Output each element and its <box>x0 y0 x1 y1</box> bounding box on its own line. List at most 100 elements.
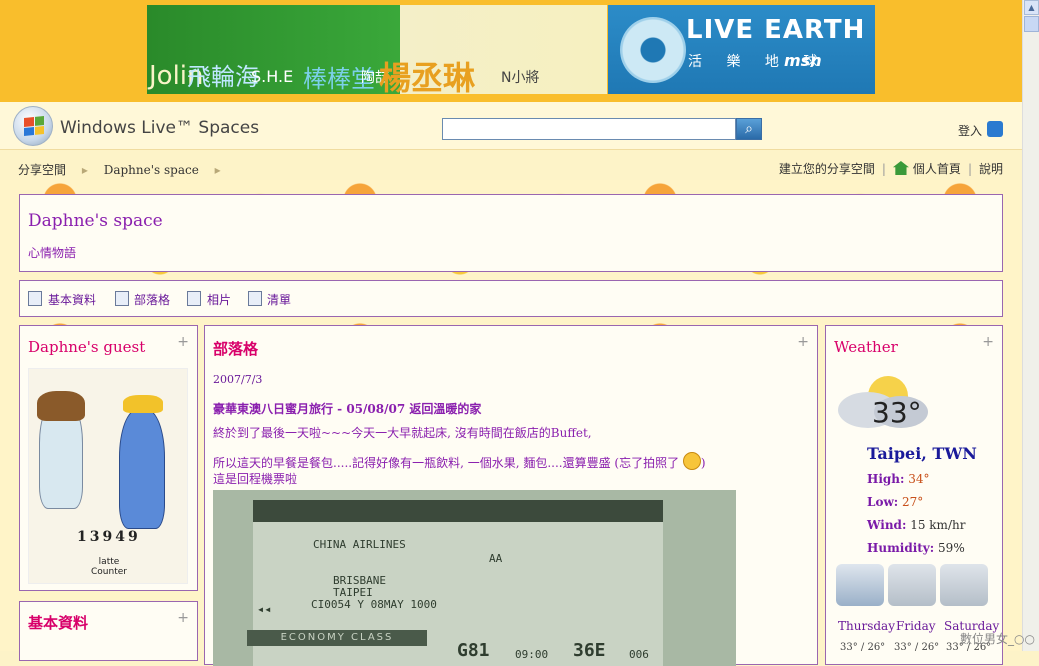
create-space-link[interactable]: 建立您的分享空間 <box>779 162 875 176</box>
low-value: 27° <box>902 495 924 509</box>
space-title-panel: Daphne's space 心情物語 <box>19 194 1003 272</box>
ticket-flight: CI0054 Y 08MAY 1000 <box>311 598 437 611</box>
ticket-airline: CHINA AIRLINES <box>313 538 406 551</box>
profile-module: 基本資料 + <box>19 601 198 661</box>
ad-word-1: 飛輪海 <box>187 63 259 91</box>
post-line-2-end: ) <box>700 456 706 470</box>
passport-icon[interactable] <box>987 121 1003 137</box>
windows-flag-icon <box>24 115 44 137</box>
ad-banner-live-earth[interactable]: LIVE EARTH 活 樂 地 球 msn <box>608 5 875 94</box>
expand-plus-icon[interactable]: + <box>177 334 189 350</box>
live-earth-logo-icon <box>620 17 686 83</box>
ad-banner-left[interactable]: Jolin 飛輪海 S.H.E 棒棒堂 陶喆 楊丞琳 N小將 <box>147 5 607 94</box>
weather-city[interactable]: Taipei, TWN <box>867 444 977 463</box>
expand-plus-icon[interactable]: + <box>982 334 994 350</box>
breadcrumb-separator-icon: ▸ <box>81 163 88 177</box>
signin-link[interactable]: 登入 <box>958 122 982 139</box>
ad-word-6: N小將 <box>501 70 540 86</box>
humidity-value: 59% <box>938 541 965 555</box>
weather-title: Weather <box>834 338 898 356</box>
counter-caption: Counter <box>91 567 127 577</box>
search-input[interactable] <box>442 118 736 140</box>
boy-figure-icon <box>119 409 165 529</box>
profile-icon <box>28 291 42 306</box>
home-icon <box>892 161 909 175</box>
scroll-thumb[interactable] <box>1024 16 1039 32</box>
ticket-rewind-icon: ◂◂ <box>257 602 272 616</box>
counter-label: latte Counter <box>91 557 127 577</box>
weather-module: Weather + 33° Taipei, TWN High: 34° Low:… <box>825 325 1003 665</box>
forecast-day-2: Friday <box>896 619 936 633</box>
brand-name[interactable]: Windows Live™ Spaces <box>60 118 259 138</box>
visitor-count: 13949 <box>77 529 141 545</box>
lists-icon <box>248 291 262 306</box>
forecast-day-1: Thursday <box>838 619 895 633</box>
blog-heading[interactable]: 部落格 <box>213 338 258 359</box>
post-line-1: 終於到了最後一天啦~~~今天一大早就起床, 沒有時間在飯店的Buffet, <box>213 426 592 440</box>
space-nav: 基本資料 部落格 相片 清單 <box>19 280 1003 317</box>
weather-low: Low: 27° <box>867 495 923 509</box>
low-label: Low: <box>867 495 899 509</box>
post-line-3: 這是回程機票啦 <box>213 472 298 486</box>
ticket-time: 09:00 <box>515 648 549 661</box>
help-link[interactable]: 說明 <box>979 162 1003 176</box>
ticket-class: ECONOMY CLASS <box>247 630 427 646</box>
rain-icon <box>836 564 884 606</box>
hair-icon <box>37 391 85 421</box>
space-title[interactable]: Daphne's space <box>28 211 163 231</box>
weather-wind: Wind: 15 km/hr <box>867 518 965 532</box>
nav-lists[interactable]: 清單 <box>267 291 291 308</box>
cloudy-icon <box>940 564 988 606</box>
msn-logo: msn <box>784 51 822 70</box>
live-earth-title: LIVE EARTH <box>686 15 866 45</box>
expand-plus-icon[interactable]: + <box>177 610 189 626</box>
photos-icon <box>187 291 201 306</box>
hat-icon <box>123 395 163 413</box>
scroll-up-icon[interactable]: ▲ <box>1024 0 1039 15</box>
expand-plus-icon[interactable]: + <box>797 334 809 350</box>
nav-blog[interactable]: 部落格 <box>134 291 170 308</box>
humidity-label: Humidity: <box>867 541 935 555</box>
ad-word-she: S.H.E <box>251 67 294 86</box>
blog-icon <box>115 291 129 306</box>
ticket-photo[interactable]: CHINA AIRLINES AA BRISBANE TAIPEI CI0054… <box>213 490 736 666</box>
high-value: 34° <box>908 472 930 486</box>
search-icon: ⌕ <box>745 121 753 137</box>
forecast-temp-2: 33° / 26° <box>894 642 940 653</box>
guest-module: Daphne's guest + 13949 latte Counter <box>19 325 198 591</box>
breadcrumb-separator-icon: ▸ <box>214 163 221 177</box>
space-subtitle: 心情物語 <box>28 246 77 260</box>
guest-title: Daphne's guest <box>28 338 146 356</box>
high-label: High: <box>867 472 905 486</box>
ticket-seq: 006 <box>629 648 649 661</box>
nav-photos[interactable]: 相片 <box>207 291 231 308</box>
wind-value: 15 km/hr <box>910 518 966 532</box>
current-temp: 33° <box>872 396 922 429</box>
search-button[interactable]: ⌕ <box>736 118 762 140</box>
divider: | <box>967 162 972 176</box>
post-date: 2007/7/3 <box>213 373 263 386</box>
weather-high: High: 34° <box>867 472 930 486</box>
profile-title: 基本資料 <box>28 614 89 632</box>
post-line-2: 所以這天的早餐是餐包.....記得好像有一瓶飲料, 一個水果, 麵包....還算… <box>213 452 706 471</box>
breadcrumb-spaces[interactable]: 分享空間 <box>18 163 66 177</box>
counter-brand: latte <box>98 557 120 567</box>
forecast-temp-1: 33° / 26° <box>840 642 886 653</box>
embarrassed-smiley-icon <box>682 452 701 470</box>
breadcrumb-daphne[interactable]: Daphne's space <box>104 163 199 177</box>
top-links: 建立您的分享空間 | 個人首頁 | 說明 <box>779 160 1003 177</box>
divider: | <box>881 162 886 176</box>
breadcrumb: 分享空間 ▸ Daphne's space ▸ <box>18 161 233 178</box>
nav-profile[interactable]: 基本資料 <box>48 291 96 308</box>
post-title[interactable]: 豪華東澳八日蜜月旅行 - 05/08/07 返回溫暖的家 <box>213 400 481 417</box>
vertical-scrollbar[interactable]: ▲ <box>1022 0 1039 651</box>
cloudy-icon <box>888 564 936 606</box>
visitor-counter-image[interactable]: 13949 latte Counter <box>28 368 188 584</box>
home-link[interactable]: 個人首頁 <box>913 162 961 176</box>
weather-humidity: Humidity: 59% <box>867 541 965 555</box>
ad-word-5: 楊丞琳 <box>379 59 476 94</box>
watermark: 數位男女_○○ <box>960 632 1035 646</box>
post-line-2-text: 所以這天的早餐是餐包.....記得好像有一瓶飲料, 一個水果, 麵包....還算… <box>213 456 680 470</box>
blog-module: 部落格 + 2007/7/3 豪華東澳八日蜜月旅行 - 05/08/07 返回溫… <box>204 325 818 666</box>
ticket-aa: AA <box>489 552 503 565</box>
